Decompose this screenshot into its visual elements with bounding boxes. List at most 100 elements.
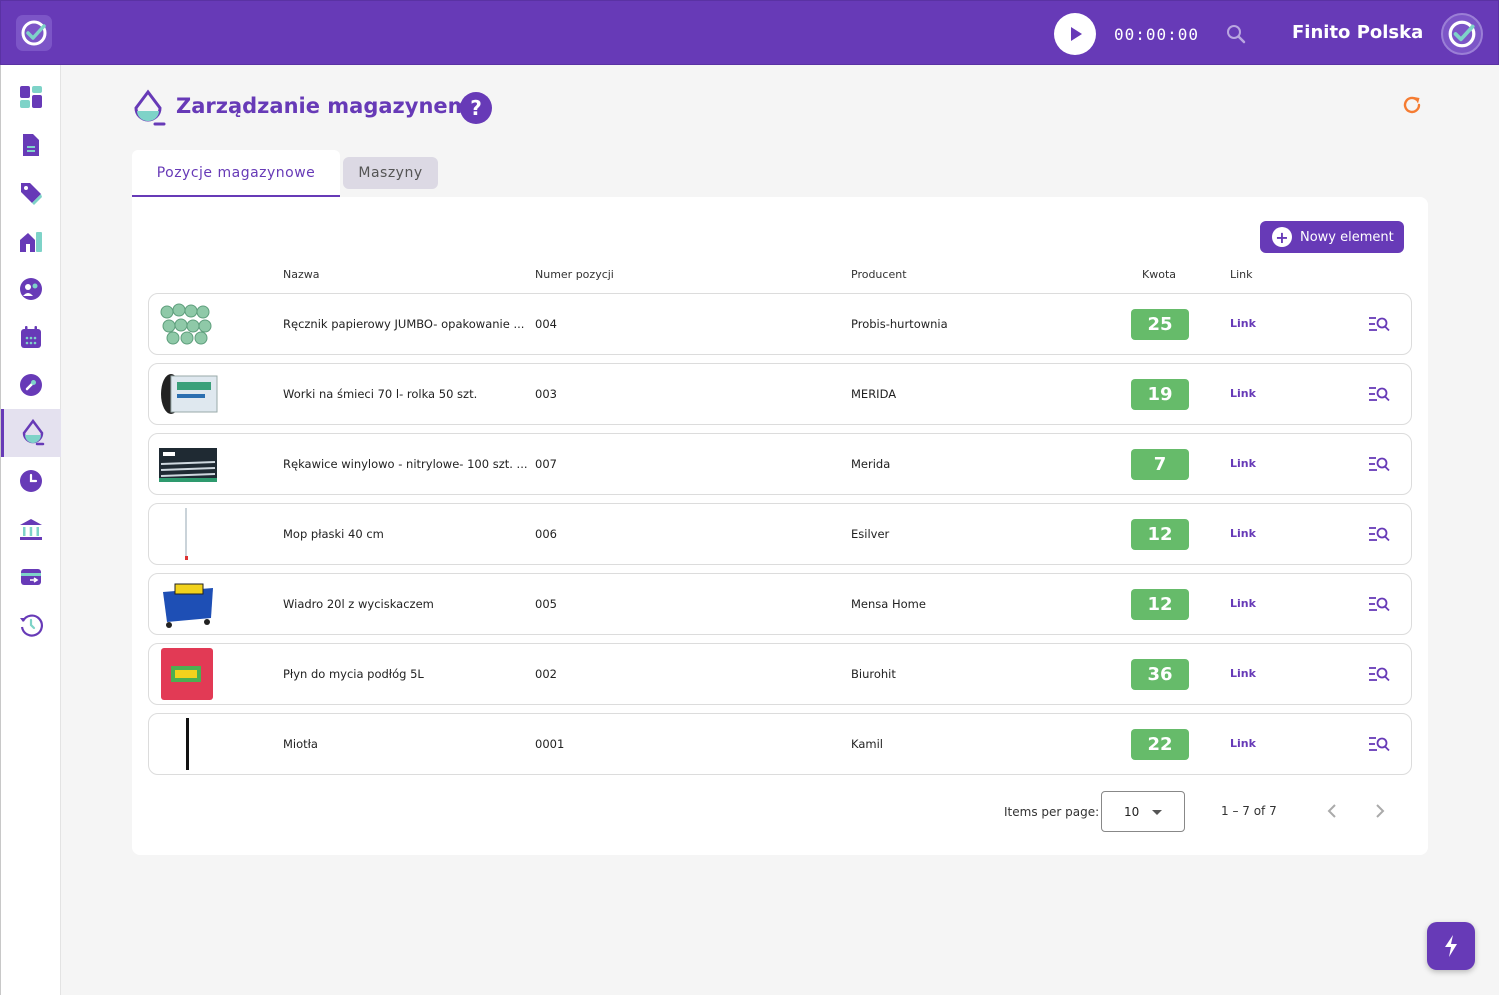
item-producer: Mensa Home xyxy=(851,597,926,611)
item-link[interactable]: Link xyxy=(1230,737,1256,750)
play-icon xyxy=(1071,27,1082,41)
timer-play-button[interactable] xyxy=(1054,13,1096,55)
item-name: Ręcznik papierowy JUMBO- opakowanie ... xyxy=(283,317,525,331)
tab-machines[interactable]: Maszyny xyxy=(343,157,438,189)
page-range: 1 – 7 of 7 xyxy=(1221,804,1277,818)
floor-cleaner-thumbnail xyxy=(161,648,213,700)
item-number: 0001 xyxy=(535,737,565,751)
details-search-icon[interactable] xyxy=(1368,595,1390,613)
sidebar-item-service[interactable] xyxy=(1,361,61,409)
bucket-thumbnail xyxy=(163,583,213,628)
item-name: Rękawice winylowo - nitrylowe- 100 szt. … xyxy=(283,457,528,471)
search-icon[interactable] xyxy=(1225,23,1247,45)
sidebar-item-calendar[interactable] xyxy=(1,313,61,361)
item-link[interactable]: Link xyxy=(1230,597,1256,610)
item-name: Wiadro 20l z wyciskaczem xyxy=(283,597,434,611)
details-search-icon[interactable] xyxy=(1368,735,1390,753)
buildings-icon xyxy=(20,232,42,252)
item-producer: Biurohit xyxy=(851,667,896,681)
app-logo-icon[interactable] xyxy=(16,15,52,51)
items-per-page-select[interactable]: 10 xyxy=(1101,791,1185,832)
previous-page-icon[interactable] xyxy=(1324,801,1340,821)
column-header-link: Link xyxy=(1230,268,1253,281)
calendar-icon xyxy=(21,326,41,348)
sidebar-item-buildings[interactable] xyxy=(1,217,61,265)
sidebar-item-finance[interactable] xyxy=(1,505,61,553)
table-row[interactable]: Rękawice winylowo - nitrylowe- 100 szt. … xyxy=(148,433,1412,495)
mop-thumbnail xyxy=(185,508,188,560)
item-number: 005 xyxy=(535,597,557,611)
refresh-icon[interactable] xyxy=(1401,94,1423,116)
sidebar-item-documents[interactable] xyxy=(1,121,61,169)
stock-table-card: + Nowy element Nazwa Numer pozycji Produ… xyxy=(132,197,1428,855)
sidebar-item-warehouse[interactable] xyxy=(1,409,61,457)
item-link[interactable]: Link xyxy=(1230,667,1256,680)
new-item-label: Nowy element xyxy=(1300,229,1394,245)
item-number: 007 xyxy=(535,457,557,471)
table-row[interactable]: Płyn do mycia podłóg 5L 002 Biurohit 36 … xyxy=(148,643,1412,705)
new-item-button[interactable]: + Nowy element xyxy=(1260,221,1404,253)
quick-action-button[interactable] xyxy=(1427,922,1475,970)
dashboard-icon xyxy=(20,86,42,108)
item-number: 006 xyxy=(535,527,557,541)
sidebar-item-history[interactable] xyxy=(1,601,61,649)
people-icon xyxy=(20,278,42,300)
bank-icon xyxy=(20,519,42,540)
items-per-page-label: Items per page: xyxy=(1004,805,1100,819)
details-search-icon[interactable] xyxy=(1368,525,1390,543)
column-header-producer[interactable]: Producent xyxy=(851,268,907,281)
help-button[interactable]: ? xyxy=(460,92,492,124)
sidebar xyxy=(0,65,61,995)
item-producer: Kamil xyxy=(851,737,883,751)
sidebar-item-dashboard[interactable] xyxy=(1,73,61,121)
item-producer: Esilver xyxy=(851,527,890,541)
sidebar-item-payments[interactable] xyxy=(1,553,61,601)
plus-icon: + xyxy=(1272,227,1292,247)
item-number: 002 xyxy=(535,667,557,681)
wrench-icon xyxy=(20,374,42,396)
items-per-page-value: 10 xyxy=(1124,804,1140,819)
details-search-icon[interactable] xyxy=(1368,665,1390,683)
sidebar-item-time[interactable] xyxy=(1,457,61,505)
item-link[interactable]: Link xyxy=(1230,317,1256,330)
item-link[interactable]: Link xyxy=(1230,387,1256,400)
tab-stock-items[interactable]: Pozycje magazynowe xyxy=(132,150,340,197)
quantity-badge: 25 xyxy=(1131,309,1189,340)
details-search-icon[interactable] xyxy=(1368,315,1390,333)
item-link[interactable]: Link xyxy=(1230,527,1256,540)
timer-display: 00:00:00 xyxy=(1114,25,1200,44)
chevron-down-icon xyxy=(1152,810,1162,815)
details-search-icon[interactable] xyxy=(1368,455,1390,473)
sidebar-item-tags[interactable] xyxy=(1,169,61,217)
paper-towels-thumbnail xyxy=(160,303,212,345)
user-avatar-icon[interactable] xyxy=(1441,13,1483,55)
column-header-number[interactable]: Numer pozycji xyxy=(535,268,614,281)
item-producer: Merida xyxy=(851,457,891,471)
quantity-badge: 36 xyxy=(1131,659,1189,690)
sidebar-item-people[interactable] xyxy=(1,265,61,313)
table-row[interactable]: Worki na śmieci 70 l- rolka 50 szt. 003 … xyxy=(148,363,1412,425)
table-row[interactable]: Miotła 0001 Kamil 22 Link xyxy=(148,713,1412,775)
payment-card-icon xyxy=(21,569,41,585)
history-icon xyxy=(20,614,43,637)
item-number: 004 xyxy=(535,317,557,331)
quantity-badge: 22 xyxy=(1131,729,1189,760)
clock-icon xyxy=(20,470,42,492)
details-search-icon[interactable] xyxy=(1368,385,1390,403)
item-producer: MERIDA xyxy=(851,387,897,401)
item-name: Mop płaski 40 cm xyxy=(283,527,384,541)
table-row[interactable]: Ręcznik papierowy JUMBO- opakowanie ... … xyxy=(148,293,1412,355)
item-name: Miotła xyxy=(283,737,318,751)
table-row[interactable]: Wiadro 20l z wyciskaczem 005 Mensa Home … xyxy=(148,573,1412,635)
gloves-thumbnail xyxy=(159,448,217,482)
table-row[interactable]: Mop płaski 40 cm 006 Esilver 12 Link xyxy=(148,503,1412,565)
quantity-badge: 19 xyxy=(1131,379,1189,410)
company-name[interactable]: Finito Polska xyxy=(1292,22,1423,43)
next-page-icon[interactable] xyxy=(1372,801,1388,821)
top-bar: 00:00:00 Finito Polska xyxy=(0,0,1499,65)
tag-icon xyxy=(21,183,42,205)
item-link[interactable]: Link xyxy=(1230,457,1256,470)
column-header-quantity[interactable]: Kwota xyxy=(1142,268,1176,281)
item-name: Płyn do mycia podłóg 5L xyxy=(283,667,424,681)
column-header-name[interactable]: Nazwa xyxy=(283,268,319,281)
